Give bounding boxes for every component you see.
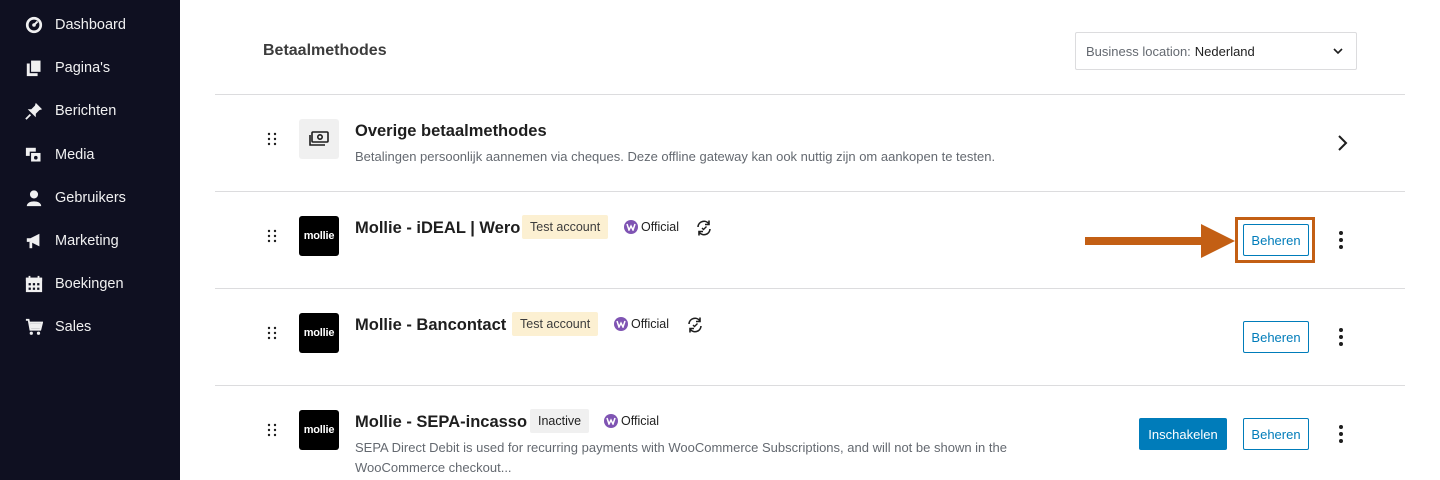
- drag-handle-icon[interactable]: [267, 229, 277, 243]
- drag-handle-icon[interactable]: [267, 423, 277, 437]
- drag-handle-icon[interactable]: [267, 326, 277, 340]
- sync-icon: [686, 316, 704, 334]
- woo-icon: [614, 317, 628, 331]
- payment-method-title: Mollie - SEPA-incasso: [355, 413, 528, 431]
- more-options-icon[interactable]: [1331, 422, 1351, 446]
- admin-sidebar: Dashboard Pagina's Berichten Media Gebru…: [0, 0, 180, 480]
- divider: [215, 288, 1405, 289]
- pages-icon: [24, 58, 44, 78]
- sidebar-item-label: Gebruikers: [55, 190, 126, 206]
- status-badge: Test account: [522, 215, 609, 239]
- official-badge: Official: [624, 220, 679, 234]
- enable-button[interactable]: Inschakelen: [1139, 418, 1227, 450]
- manage-button[interactable]: Beheren: [1243, 321, 1309, 353]
- status-badge: Test account: [512, 312, 599, 336]
- official-label: Official: [621, 414, 659, 428]
- business-location-select[interactable]: Business location: Nederland: [1075, 32, 1357, 70]
- calendar-icon: [24, 274, 44, 294]
- status-badge: Inactive: [530, 409, 590, 433]
- official-label: Official: [631, 317, 669, 331]
- woo-icon: [624, 220, 638, 234]
- sidebar-item-label: Marketing: [55, 233, 119, 249]
- sidebar-item-posts[interactable]: Berichten: [0, 93, 180, 129]
- sidebar-item-marketing[interactable]: Marketing: [0, 223, 180, 259]
- payment-method-title: Overige betaalmethodes: [355, 122, 547, 140]
- sidebar-item-label: Media: [55, 147, 95, 163]
- official-badge: Official: [614, 317, 669, 331]
- sidebar-item-label: Dashboard: [55, 17, 126, 33]
- location-label: Business location:: [1086, 43, 1191, 59]
- divider: [215, 385, 1405, 386]
- user-icon: [24, 188, 44, 208]
- cash-icon: [299, 119, 339, 159]
- cart-icon: [24, 317, 44, 337]
- official-label: Official: [641, 220, 679, 234]
- mollie-logo: mollie: [299, 216, 339, 256]
- payment-methods-panel: Betaalmethodes Business location: Nederl…: [180, 0, 1440, 480]
- dashboard-icon: [24, 15, 44, 35]
- payment-method-description: SEPA Direct Debit is used for recurring …: [355, 440, 1007, 475]
- mollie-logo: mollie: [299, 313, 339, 353]
- page-title: Betaalmethodes: [263, 42, 387, 59]
- more-options-icon[interactable]: [1331, 325, 1351, 349]
- payment-method-title: Mollie - Bancontact: [355, 316, 507, 334]
- divider: [215, 94, 1405, 95]
- payment-method-title: Mollie - iDEAL | Wero: [355, 219, 521, 237]
- sidebar-item-label: Sales: [55, 319, 92, 335]
- sidebar-item-sales[interactable]: Sales: [0, 309, 180, 345]
- sidebar-item-label: Berichten: [55, 103, 117, 119]
- sidebar-item-bookings[interactable]: Boekingen: [0, 266, 180, 302]
- sync-icon: [695, 219, 713, 237]
- sidebar-item-label: Pagina's: [55, 60, 111, 76]
- mollie-logo: mollie: [299, 410, 339, 450]
- divider: [215, 191, 1405, 192]
- woo-icon: [604, 414, 618, 428]
- sidebar-item-users[interactable]: Gebruikers: [0, 180, 180, 216]
- pin-icon: [24, 101, 44, 121]
- manage-button[interactable]: Beheren: [1243, 224, 1309, 256]
- payment-method-description: Betalingen persoonlijk aannemen via cheq…: [355, 149, 996, 164]
- manage-button[interactable]: Beheren: [1243, 418, 1309, 450]
- megaphone-icon: [24, 231, 44, 251]
- chevron-right-icon[interactable]: [1332, 132, 1352, 154]
- sidebar-item-label: Boekingen: [55, 276, 124, 292]
- chevron-down-icon: [1332, 45, 1344, 60]
- sidebar-item-pages[interactable]: Pagina's: [0, 50, 180, 86]
- official-badge: Official: [604, 414, 659, 428]
- sidebar-item-media[interactable]: Media: [0, 137, 180, 173]
- sidebar-item-dashboard[interactable]: Dashboard: [0, 7, 180, 43]
- more-options-icon[interactable]: [1331, 228, 1351, 252]
- location-value: Nederland: [1194, 43, 1255, 59]
- drag-handle-icon[interactable]: [267, 132, 277, 146]
- annotation-arrow: [1085, 224, 1235, 258]
- media-icon: [24, 145, 44, 165]
